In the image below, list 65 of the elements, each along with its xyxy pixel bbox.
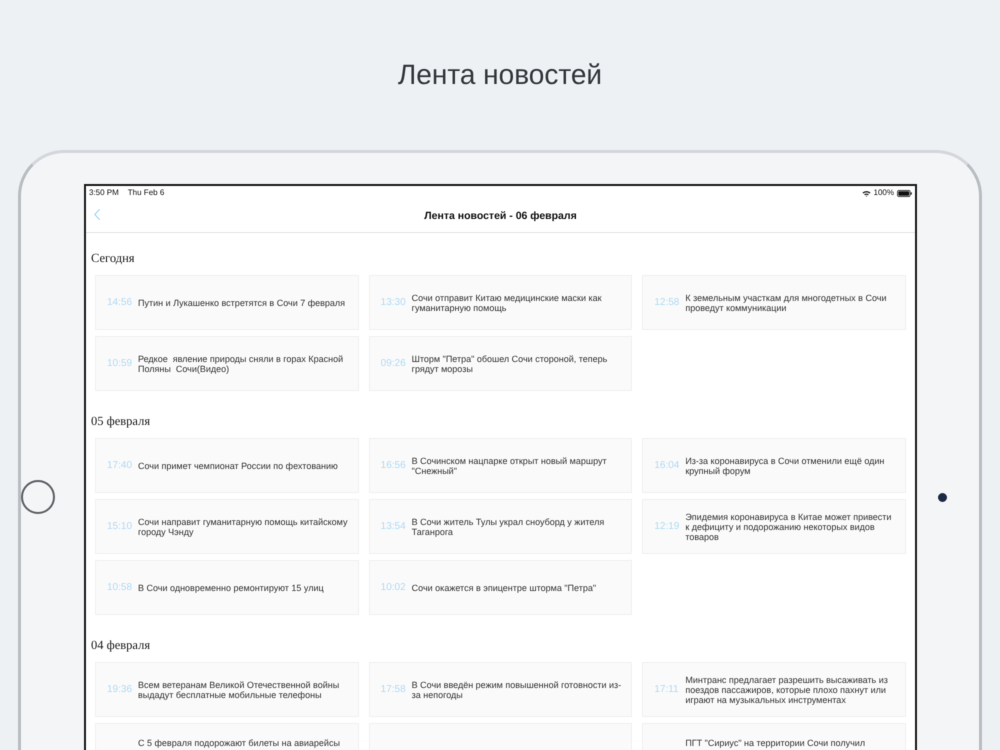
page-title: Лента новостей (398, 58, 602, 92)
section-heading: Сегодня (91, 251, 136, 265)
news-time: 10:59 (107, 358, 133, 370)
news-headline: В Сочинском нацпарке открыт новый маршрут "Снежный" (412, 456, 608, 476)
news-headline: Из-за коронавируса в Сочи отменили ещё один крупный форум (685, 456, 886, 476)
news-card[interactable]: С 5 февраля подорожают билеты на авиарейсы (95, 723, 359, 750)
news-card[interactable]: 10:58 В Сочи одновременно ремонтируют 15 улиц (95, 560, 359, 615)
news-card[interactable]: 17:58 В Сочи введён режим повышенной готовности из-за непогоды (368, 662, 632, 717)
news-time: 12:58 (654, 296, 680, 308)
news-time: 17:40 (107, 460, 133, 472)
battery-icon (897, 190, 912, 196)
news-headline: Сочи примет чемпионат России по фехтованию (138, 460, 338, 470)
news-headline: К земельным участкам для многодетных в Сочи проведут коммуникации (685, 292, 888, 312)
status-time: 3:50 PM (89, 188, 119, 198)
news-time: 16:04 (654, 460, 680, 472)
news-time: 13:30 (380, 296, 407, 308)
news-time: 09:26 (380, 358, 407, 370)
news-headline: Сочи отправит Китаю медицинские маски как гуманитарную помощь (412, 292, 603, 312)
news-card[interactable]: ПГТ "Сириус" на территории Сочи получил (642, 723, 906, 750)
news-card[interactable]: 13:30 Сочи отправит Китаю медицинские маски как гуманитарную помощь (368, 275, 632, 330)
news-card[interactable]: 15:10 Сочи направит гуманитарную помощь китайскому городу Чэнду (95, 499, 359, 554)
news-time: 17:11 (654, 684, 680, 696)
news-card[interactable]: 12:19 Эпидемия коронавируса в Китае может привести к дефициту и подорожанию некоторых видов товаров (642, 499, 906, 554)
news-headline: ПГТ "Сириус" на территории Сочи получил (685, 738, 866, 748)
news-headline: В Сочи житель Тулы украл сноуборд у жителя Таганрога (412, 516, 606, 536)
news-headline: Минтранс предлагает разрешить высаживать из поездов пассажиров, которые плохо пахнут или играют на музыкальных инструментах (685, 674, 889, 704)
news-headline: Шторм "Петра" обошел Сочи стороной, теперь грядут морозы (412, 354, 608, 374)
news-time: 10:58 (107, 582, 133, 594)
news-headline: Путин и Лукашенко встретятся в Сочи 7 февраля (138, 298, 346, 308)
section-heading: 05 февраля (91, 414, 152, 428)
news-card[interactable]: 17:40 Сочи примет чемпионат России по фехтованию (95, 438, 359, 493)
news-headline: Эпидемия коронавируса в Китае может привести к дефициту и подорожанию некоторых видов товаров (685, 512, 892, 542)
camera-icon (938, 493, 947, 502)
news-headline: Всем ветеранам Великой Отечественной войны выдадут бесплатные мобильные телефоны (138, 680, 340, 700)
news-time: 15:10 (107, 520, 133, 532)
news-card[interactable]: 17:11 Минтранс предлагает разрешить высаживать из поездов пассажиров, которые плохо пахнут или играют на музыкальных инструментах (642, 662, 906, 717)
news-card[interactable]: 12:58 К земельным участкам для многодетных в Сочи проведут коммуникации (642, 275, 906, 330)
news-headline: С 5 февраля подорожают билеты на авиарейсы (138, 738, 340, 748)
news-card[interactable]: 10:02 Сочи окажется в эпицентре шторма "Петра" (368, 560, 632, 615)
news-card[interactable]: 16:56 В Сочинском нацпарке открыт новый маршрут "Снежный" (368, 438, 632, 493)
home-button-icon (21, 480, 55, 514)
news-headline: В Сочи одновременно ремонтируют 15 улиц (138, 582, 324, 592)
news-time: 16:56 (380, 460, 407, 472)
back-icon[interactable] (94, 209, 100, 220)
news-card[interactable]: 10:59 Редкое явление природы сняли в горах Красной Поляны Сочи(Видео) (95, 336, 359, 391)
battery-percentage: 100% (874, 188, 894, 198)
news-card[interactable]: 19:36 Всем ветеранам Великой Отечественной войны выдадут бесплатные мобильные телефоны (95, 662, 359, 717)
news-card[interactable]: 14:56 Путин и Лукашенко встретятся в Сочи 7 февраля (95, 275, 359, 330)
news-time: 17:58 (380, 684, 407, 696)
news-headline: В Сочи введён режим повышенной готовности из-за непогоды (412, 680, 622, 700)
news-card[interactable]: 13:54 В Сочи житель Тулы украл сноуборд у жителя Таганрога (368, 499, 632, 554)
news-headline: Сочи окажется в эпицентре шторма "Петра" (412, 582, 596, 592)
wifi-icon (862, 190, 871, 196)
nav-title: Лента новостей - 06 февраля (424, 210, 577, 222)
news-time: 19:36 (107, 684, 133, 696)
news-time: 10:02 (380, 582, 407, 594)
section-heading: 04 февраля (91, 638, 152, 652)
news-card[interactable]: 09:26 Шторм "Петра" обошел Сочи стороной, теперь грядут морозы (368, 336, 632, 391)
news-card[interactable]: 16:04 Из-за коронавируса в Сочи отменили ещё один крупный форум (642, 438, 906, 493)
news-time: 14:56 (107, 296, 133, 308)
status-date: Thu Feb 6 (128, 188, 164, 198)
news-headline: Редкое явление природы сняли в горах Красной Поляны Сочи(Видео) (138, 354, 344, 374)
news-time: 13:54 (380, 520, 407, 532)
news-time: 12:19 (654, 520, 680, 532)
news-headline: Сочи направит гуманитарную помощь китайскому городу Чэнду (138, 516, 348, 536)
